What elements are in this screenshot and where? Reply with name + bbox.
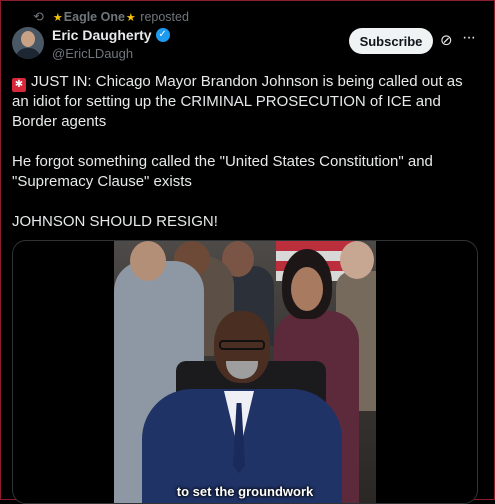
repost-user[interactable]: Eagle One [64,10,125,24]
author-name-row[interactable]: Eric Daugherty ✓ [52,27,170,43]
grok-icon[interactable]: ⊘ [440,31,453,49]
repost-icon: ⟲ [33,9,44,24]
author-handle[interactable]: @EricLDaugh [52,46,133,61]
avatar[interactable] [12,27,44,59]
star-icon: ★ [125,11,136,24]
video-caption: to set the groundwork [176,484,314,499]
siren-icon: ✱ [12,78,26,92]
tweet-paragraph-3: JOHNSON SHOULD RESIGN! [12,213,218,230]
tweet-paragraph-2: He forgot something called the "United S… [12,153,433,190]
video-frame[interactable]: to set the groundwork [114,241,376,503]
author-name[interactable]: Eric Daugherty [52,27,152,43]
repost-banner[interactable]: ⟲ ★ Eagle One ★ reposted [33,9,189,25]
tweet-text: ✱ JUST IN: Chicago Mayor Brandon Johnson … [12,72,472,252]
star-icon: ★ [52,11,63,24]
more-icon[interactable]: ··· [462,29,476,47]
repost-label: reposted [140,10,189,24]
verified-badge-icon[interactable]: ✓ [155,28,170,42]
video-player[interactable]: to set the groundwork [12,240,478,504]
tweet-paragraph-1: ✱ JUST IN: Chicago Mayor Brandon Johnson … [12,73,463,130]
subscribe-button[interactable]: Subscribe [349,28,433,54]
